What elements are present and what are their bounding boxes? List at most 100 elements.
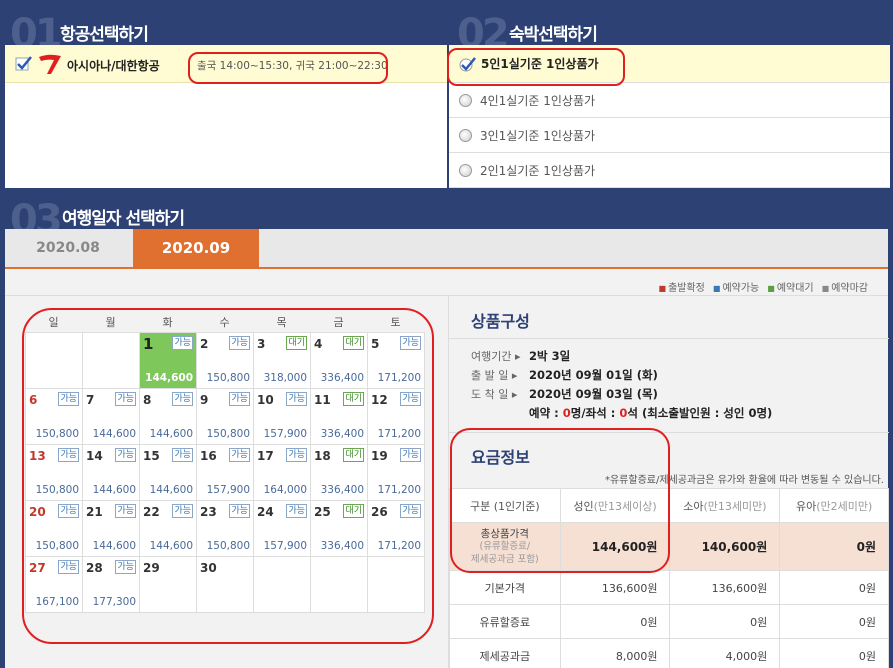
calendar-day-5[interactable]: 5 가능 171,200: [368, 333, 425, 389]
day-number: 11: [314, 393, 331, 407]
lodging-option-label: 2인1실기준 1인상품가: [480, 163, 596, 178]
legend-confirmed: 출발확정: [659, 279, 705, 294]
day-status-badge: 가능: [286, 392, 307, 406]
calendar-day-25[interactable]: 25 대기 336,400: [311, 501, 368, 557]
day-number: 28: [86, 561, 103, 575]
calendar-day-22[interactable]: 22 가능 144,600: [140, 501, 197, 557]
fare-label: 총상품가격 (유류할증료/제세공과금 포함): [449, 522, 561, 571]
checkbox-checked-icon[interactable]: [15, 55, 33, 71]
radio-icon[interactable]: [459, 128, 472, 142]
day-price: 164,000: [263, 484, 307, 496]
radio-icon[interactable]: [459, 163, 472, 177]
calendar-day-30: 30: [197, 557, 254, 613]
calendar-day-28[interactable]: 28 가능 177,300: [83, 557, 140, 613]
calendar-day-27[interactable]: 27 가능 167,100: [26, 557, 83, 613]
tab-2020-08[interactable]: 2020.08: [5, 229, 131, 267]
section-title: 숙박선택하기: [509, 25, 598, 45]
legend-available: 예약가능: [713, 279, 759, 294]
calendar-empty-cell: [254, 557, 311, 613]
day-price: 150,800: [206, 540, 250, 552]
day-number: 16: [200, 449, 217, 463]
airline-option[interactable]: 아시아나/대한항공 출국 14:00~15:30, 귀국 21:00~22:30: [5, 45, 447, 83]
day-price: 171,200: [377, 428, 421, 440]
day-number: 2: [200, 337, 209, 351]
calendar-day-10[interactable]: 10 가능 157,900: [254, 389, 311, 445]
calendar-day-15[interactable]: 15 가능 144,600: [140, 445, 197, 501]
day-status-badge: 대기: [286, 336, 307, 350]
calendar-day-24[interactable]: 24 가능 157,900: [254, 501, 311, 557]
day-number: 9: [200, 393, 209, 407]
fare-cell: 0원: [779, 570, 889, 605]
day-number: 30: [200, 561, 217, 575]
fare-header-infant: 유아(만2세미만): [779, 488, 889, 523]
lodging-option-4[interactable]: 4인1실기준 1인상품가: [449, 83, 890, 118]
fare-cell: 140,600원: [669, 522, 781, 571]
tab-2020-09[interactable]: 2020.09: [133, 229, 259, 267]
fare-title: 요금정보: [471, 448, 530, 467]
fare-cell: 4,000원: [669, 638, 781, 668]
day-status-badge: 가능: [229, 504, 250, 518]
calendar-empty-cell: [26, 333, 83, 389]
calendar-day-19[interactable]: 19 가능 171,200: [368, 445, 425, 501]
checkbox-checked-icon[interactable]: [459, 56, 477, 72]
calendar-day-6[interactable]: 6 가능 150,800: [26, 389, 83, 445]
calendar-day-11[interactable]: 11 대기 336,400: [311, 389, 368, 445]
lodging-option-3[interactable]: 3인1실기준 1인상품가: [449, 118, 890, 153]
airline-logo-icon: [37, 53, 63, 78]
day-price: 150,800: [206, 372, 250, 384]
arrive-date: 도 착 일 ▸ 2020년 09월 03일 (목): [471, 387, 658, 401]
day-status-badge: 가능: [229, 392, 250, 406]
calendar-day-16[interactable]: 16 가능 157,900: [197, 445, 254, 501]
fare-cell: 136,600원: [669, 570, 781, 605]
weekday-label: 수: [219, 316, 230, 329]
calendar-day-18[interactable]: 18 대기 336,400: [311, 445, 368, 501]
lodging-option-label: 5인1실기준 1인상품가: [481, 57, 599, 71]
calendar-day-9[interactable]: 9 가능 150,800: [197, 389, 254, 445]
day-price: 150,800: [206, 428, 250, 440]
fare-cell: 8,000원: [559, 638, 671, 668]
calendar-day-1[interactable]: 1 가능 144,600: [140, 333, 197, 389]
day-status-badge: 가능: [172, 392, 193, 406]
day-number: 1: [143, 335, 154, 353]
radio-icon[interactable]: [459, 93, 472, 107]
day-status-badge: 가능: [58, 560, 79, 574]
fare-label: 유류할증료: [449, 604, 561, 639]
day-number: 3: [257, 337, 266, 351]
calendar-day-29: 29: [140, 557, 197, 613]
calendar-day-3[interactable]: 3 대기 318,000: [254, 333, 311, 389]
calendar-day-2[interactable]: 2 가능 150,800: [197, 333, 254, 389]
calendar-day-12[interactable]: 12 가능 171,200: [368, 389, 425, 445]
calendar-day-8[interactable]: 8 가능 144,600: [140, 389, 197, 445]
lodging-option-2[interactable]: 2인1실기준 1인상품가: [449, 153, 890, 188]
day-status-badge: 가능: [286, 448, 307, 462]
day-number: 4: [314, 337, 323, 351]
day-price: 144,600: [92, 540, 136, 552]
day-number: 26: [371, 505, 388, 519]
day-price: 150,800: [35, 484, 79, 496]
calendar-day-13[interactable]: 13 가능 150,800: [26, 445, 83, 501]
flight-schedule: 출국 14:00~15:30, 귀국 21:00~22:30: [197, 60, 388, 72]
calendar-day-4[interactable]: 4 대기 336,400: [311, 333, 368, 389]
day-status-badge: 가능: [115, 392, 136, 406]
calendar-empty-cell: [368, 557, 425, 613]
day-status-badge: 가능: [400, 336, 421, 350]
day-status-badge: 가능: [58, 448, 79, 462]
calendar-day-7[interactable]: 7 가능 144,600: [83, 389, 140, 445]
calendar-grid: 1 가능 144,600 2 가능 150,800 3 대기 318,000 4 대기 336,400…: [25, 332, 425, 613]
product-title: 상품구성: [471, 312, 530, 331]
lodging-option-5[interactable]: 5인1실기준 1인상품가: [449, 45, 890, 83]
calendar-day-17[interactable]: 17 가능 164,000: [254, 445, 311, 501]
day-number: 20: [29, 505, 46, 519]
day-status-badge: 가능: [286, 504, 307, 518]
airline-section: 01 항공선택하기 아시아나/대한항공 출국 14:00~15:30, 귀국 2…: [0, 0, 447, 190]
fare-header-adult: 성인(만13세이상): [559, 488, 671, 523]
calendar-day-14[interactable]: 14 가능 144,600: [83, 445, 140, 501]
day-number: 21: [86, 505, 103, 519]
month-tabs: 2020.08 2020.09: [5, 229, 888, 269]
calendar-day-26[interactable]: 26 가능 171,200: [368, 501, 425, 557]
day-number: 14: [86, 449, 103, 463]
calendar-day-21[interactable]: 21 가능 144,600: [83, 501, 140, 557]
calendar-day-20[interactable]: 20 가능 150,800: [26, 501, 83, 557]
calendar-day-23[interactable]: 23 가능 150,800: [197, 501, 254, 557]
date-section: 03 여행일자 선택하기 2020.08 2020.09 출발확정 예약가능 예…: [0, 190, 893, 668]
